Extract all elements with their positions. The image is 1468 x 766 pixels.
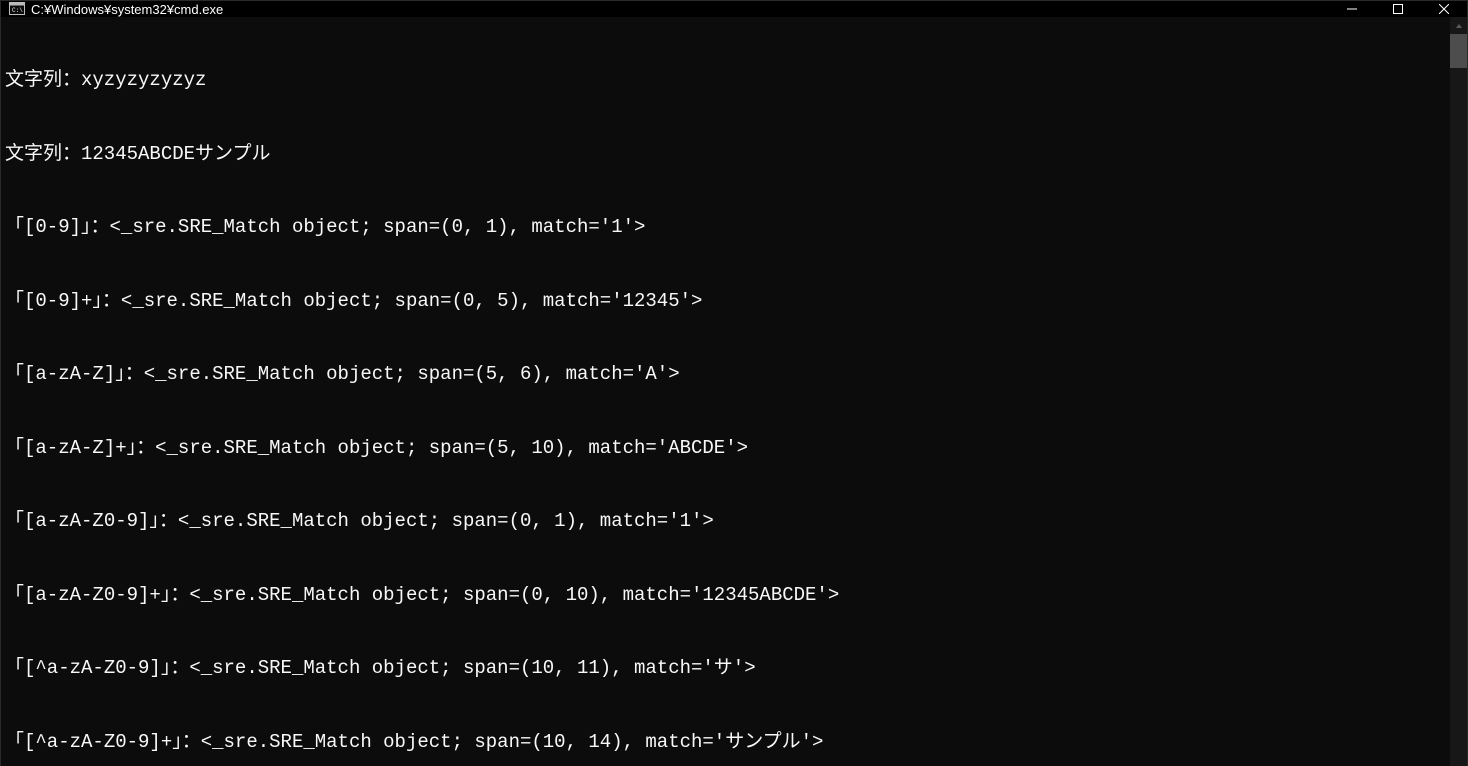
vertical-scrollbar[interactable]	[1450, 17, 1467, 766]
minimize-button[interactable]	[1329, 1, 1375, 17]
client-area: 文字列：xyzyzyzyzyz 文字列：12345ABCDEサンプル 「[0-9…	[1, 17, 1467, 766]
terminal-output[interactable]: 文字列：xyzyzyzyzyz 文字列：12345ABCDEサンプル 「[0-9…	[1, 17, 1450, 766]
cmd-window: C:\ C:¥Windows¥system32¥cmd.exe 文字列：xyzy…	[0, 0, 1468, 766]
cmd-icon: C:\	[9, 1, 25, 17]
terminal-line: 「[a-zA-Z0-9]+」：<_sre.SRE_Match object; s…	[5, 583, 1446, 608]
terminal-line: 「[0-9]」：<_sre.SRE_Match object; span=(0,…	[5, 215, 1446, 240]
close-button[interactable]	[1421, 1, 1467, 17]
svg-text:C:\: C:\	[12, 7, 23, 14]
maximize-button[interactable]	[1375, 1, 1421, 17]
terminal-line: 文字列：xyzyzyzyzyz	[5, 68, 1446, 93]
scroll-thumb[interactable]	[1450, 34, 1467, 68]
terminal-line: 「[^a-zA-Z0-9]」：<_sre.SRE_Match object; s…	[5, 656, 1446, 681]
terminal-line: 文字列：12345ABCDEサンプル	[5, 142, 1446, 167]
window-control-buttons	[1329, 1, 1467, 17]
terminal-line: 「[0-9]+」：<_sre.SRE_Match object; span=(0…	[5, 289, 1446, 314]
scroll-up-arrow-icon[interactable]	[1450, 17, 1467, 34]
titlebar[interactable]: C:\ C:¥Windows¥system32¥cmd.exe	[1, 1, 1467, 17]
terminal-line: 「[a-zA-Z]+」：<_sre.SRE_Match object; span…	[5, 436, 1446, 461]
terminal-line: 「[a-zA-Z]」：<_sre.SRE_Match object; span=…	[5, 362, 1446, 387]
terminal-line: 「[^a-zA-Z0-9]+」：<_sre.SRE_Match object; …	[5, 730, 1446, 755]
terminal-line: 「[a-zA-Z0-9]」：<_sre.SRE_Match object; sp…	[5, 509, 1446, 534]
window-title: C:¥Windows¥system32¥cmd.exe	[31, 2, 223, 17]
